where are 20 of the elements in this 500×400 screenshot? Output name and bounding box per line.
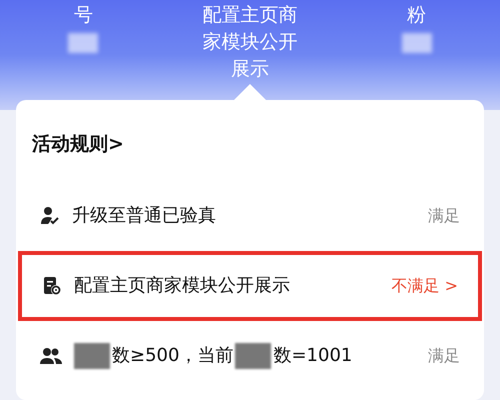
censor-mosaic	[68, 33, 98, 53]
person-check-icon	[40, 206, 60, 226]
censor-mosaic	[74, 342, 110, 368]
header-label: 粉	[407, 3, 426, 28]
header-label: 家模块公开	[202, 30, 298, 55]
requirement-text: 数≥500，当前	[112, 344, 234, 368]
requirement-text: 数=1001	[273, 344, 352, 368]
censor-mosaic	[235, 342, 272, 368]
header-label: 号	[74, 3, 93, 28]
people-icon	[40, 346, 62, 366]
requirement-text: 配置主页商家模块公开展示	[74, 274, 290, 298]
censor-mosaic	[402, 33, 432, 53]
header-label: 配置主页商	[202, 3, 298, 28]
header-label: 展示	[231, 57, 269, 82]
status-text: 满足	[428, 204, 460, 226]
rules-link[interactable]: 活动规则>	[32, 130, 124, 158]
status-link[interactable]: 不满足 >	[392, 274, 458, 298]
document-gear-icon	[42, 276, 62, 296]
requirement-text: 升级至普通已验真	[72, 204, 216, 228]
status-text: 满足	[428, 344, 460, 366]
